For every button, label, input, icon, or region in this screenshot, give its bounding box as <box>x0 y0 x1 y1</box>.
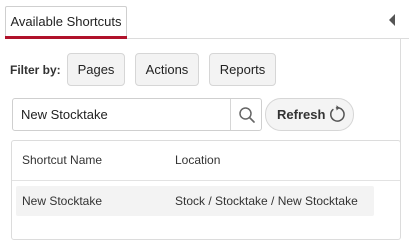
cell-location: Stock / Stocktake / New Stocktake <box>175 194 358 208</box>
table-row[interactable]: New Stocktake Stock / Stocktake / New St… <box>16 186 374 216</box>
filter-pages-button[interactable]: Pages <box>67 53 125 86</box>
tab-bar-divider <box>127 38 409 39</box>
active-tab-indicator <box>5 36 127 39</box>
filter-actions-button[interactable]: Actions <box>135 53 199 86</box>
tab-bar: Available Shortcuts <box>0 0 409 40</box>
refresh-label: Refresh <box>277 107 326 122</box>
cell-shortcut-name: New Stocktake <box>22 194 103 208</box>
column-header-location[interactable]: Location <box>175 153 220 167</box>
search-box <box>12 98 262 131</box>
tab-available-shortcuts[interactable]: Available Shortcuts <box>5 6 127 37</box>
filter-reports-button[interactable]: Reports <box>209 53 276 86</box>
filter-label: Filter by: <box>10 63 61 77</box>
shortcuts-table: Shortcut Name Location New Stocktake Sto… <box>11 140 401 240</box>
table-header-divider <box>12 180 400 181</box>
collapse-panel-icon[interactable] <box>389 14 395 26</box>
search-input[interactable] <box>13 99 230 130</box>
refresh-icon <box>330 105 345 122</box>
search-icon[interactable] <box>238 106 256 124</box>
refresh-button[interactable]: Refresh <box>265 98 354 131</box>
column-header-shortcut-name[interactable]: Shortcut Name <box>22 153 102 167</box>
search-divider <box>230 99 231 130</box>
